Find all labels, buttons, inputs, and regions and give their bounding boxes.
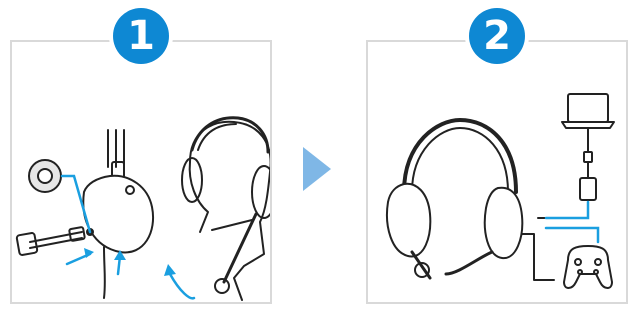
headset-icon: [386, 118, 555, 281]
step-1-panel: [10, 40, 272, 304]
step-number-badge: 2: [469, 8, 525, 64]
left-earcup: [386, 182, 432, 258]
attach-microphone-illustration: [15, 116, 270, 301]
mic-cap-icon: [28, 159, 62, 193]
game-controller-icon: [563, 245, 613, 289]
next-step-arrow-icon: [303, 147, 331, 191]
mic-boom-icon: [15, 226, 94, 256]
earcup-shape: [82, 174, 155, 254]
laptop-icon: [561, 93, 615, 201]
step-number-badge: 1: [113, 8, 169, 64]
right-earcup: [483, 186, 524, 260]
head-with-headset-icon: [181, 116, 270, 301]
step-2-panel: [366, 40, 628, 304]
connect-cable-illustration: [386, 93, 615, 289]
